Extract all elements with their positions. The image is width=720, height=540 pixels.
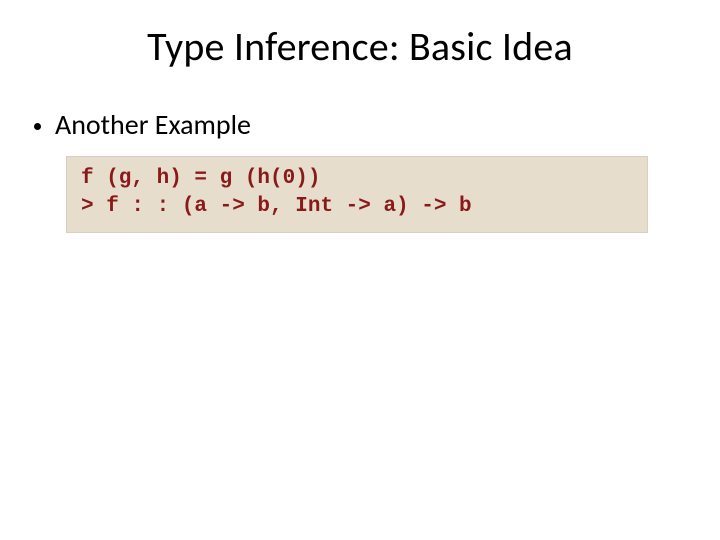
bullet-text: Another Example	[55, 107, 251, 142]
slide-title: Type Inference: Basic Idea	[0, 0, 720, 71]
code-block: f (g, h) = g (h(0)) > f : : (a -> b, Int…	[66, 156, 648, 233]
code-line-2: > f : : (a -> b, Int -> a) -> b	[81, 195, 472, 218]
bullet-item: Another Example	[0, 107, 720, 142]
code-line-1: f (g, h) = g (h(0))	[81, 167, 320, 190]
bullet-icon	[34, 123, 41, 130]
slide: Type Inference: Basic Idea Another Examp…	[0, 0, 720, 540]
